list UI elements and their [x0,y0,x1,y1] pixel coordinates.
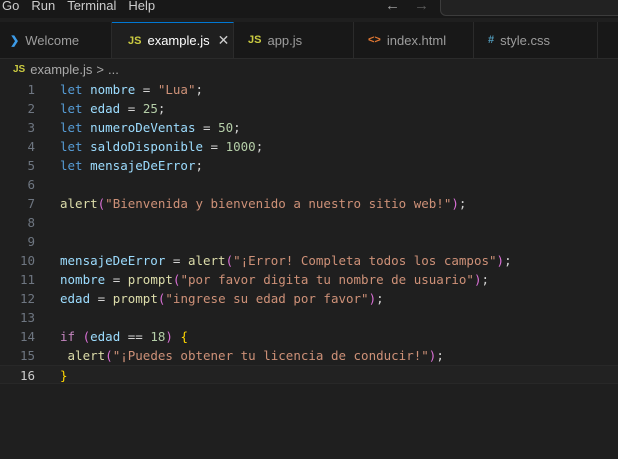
tab-label: example.js [147,33,210,48]
code-line[interactable]: 3 let numeroDeVentas = 50; [0,118,618,137]
code-line[interactable]: 15 alert("¡Puedes obtener tu licencia de… [0,346,618,365]
breadcrumb: JS example.js > ... [0,59,119,79]
back-arrow-icon[interactable]: ← [385,0,400,14]
js-icon: JS [128,34,142,47]
tab-label: Welcome [25,32,80,48]
line-content[interactable]: } [60,366,68,385]
css-icon: # [488,34,495,46]
code-line[interactable]: 5 let mensajeDeError; [0,156,618,175]
code-line[interactable]: 2 let edad = 25; [0,99,618,118]
line-number: 4 [27,139,35,154]
line-number: 3 [27,120,35,135]
line-content[interactable]: let mensajeDeError; [60,156,203,175]
code-line[interactable]: 6 [0,175,618,194]
editor-tab-bar: ❯ Welcome JS example.js ✕ JS app.js <> i… [0,22,618,59]
code-editor[interactable]: 1 let nombre = "Lua"; 2 let edad = 25; 3 let … [0,80,618,459]
html-icon: <> [368,34,381,46]
code-line[interactable]: 11 nombre = prompt("por favor digita tu n… [0,270,618,289]
line-number: 1 [27,82,35,97]
tab-app-js[interactable]: JS app.js [234,22,354,58]
tab-label: app.js [267,32,303,48]
line-content[interactable]: let numeroDeVentas = 50; [60,118,241,137]
tab-style-css[interactable]: # style.css [474,22,598,58]
line-content[interactable]: alert("¡Puedes obtener tu licencia de co… [60,346,444,365]
code-line[interactable]: 14 if (edad == 18) { [0,327,618,346]
line-number: 12 [19,291,35,306]
js-icon: JS [13,63,26,75]
breadcrumb-symbol[interactable]: ... [108,62,119,77]
code-line[interactable]: 1 let nombre = "Lua"; [0,80,618,99]
navigation-arrows: ← → [385,0,429,14]
menu-terminal[interactable]: Terminal [61,0,122,13]
menu-bar: Go Run Terminal Help ← → [0,0,618,18]
js-icon: JS [248,34,262,46]
tab-label: index.html [386,32,447,48]
code-line[interactable]: 10 mensajeDeError = alert("¡Error! Comple… [0,251,618,270]
tab-welcome[interactable]: ❯ Welcome [0,22,112,58]
menu-help[interactable]: Help [122,0,161,13]
tab-example-js[interactable]: JS example.js ✕ [112,22,234,58]
line-number: 13 [19,310,35,325]
line-content[interactable]: let edad = 25; [60,99,165,118]
line-number: 8 [27,215,35,230]
line-content[interactable]: if (edad == 18) { [60,327,188,346]
code-line[interactable]: 13 [0,308,618,327]
line-content[interactable]: let saldoDisponible = 1000; [60,137,263,156]
line-number: 15 [19,348,35,363]
line-number: 2 [27,101,35,116]
forward-arrow-icon[interactable]: → [414,0,429,14]
command-center-search[interactable] [440,0,618,16]
menu-run[interactable]: Run [25,0,61,13]
menu-go[interactable]: Go [0,0,25,13]
line-content[interactable]: alert("Bienvenida y bienvenido a nuestro… [60,194,466,213]
line-number: 10 [19,253,35,268]
line-number: 11 [19,272,35,287]
breadcrumb-file[interactable]: example.js [30,62,92,77]
line-number: 6 [27,177,35,192]
code-line[interactable]: 7 alert("Bienvenida y bienvenido a nuestr… [0,194,618,213]
code-line[interactable]: 4 let saldoDisponible = 1000; [0,137,618,156]
close-icon[interactable]: ✕ [218,32,230,49]
line-number: 16 [19,368,35,383]
tab-index-html[interactable]: <> index.html [354,22,474,58]
breadcrumb-separator: > [96,61,104,77]
code-line[interactable]: 8 [0,213,618,232]
code-line[interactable]: 12 edad = prompt("ingrese su edad por fav… [0,289,618,308]
line-number: 5 [27,158,35,173]
vscode-icon: ❯ [10,34,20,47]
line-content[interactable]: nombre = prompt("por favor digita tu nom… [60,270,489,289]
line-number: 9 [27,234,35,249]
line-number: 7 [27,196,35,211]
line-content[interactable]: mensajeDeError = alert("¡Error! Completa… [60,251,512,270]
line-content[interactable]: let nombre = "Lua"; [60,80,203,99]
line-number: 14 [19,329,35,344]
tab-label: style.css [500,32,550,48]
code-line[interactable]: 16} [0,365,618,384]
line-content[interactable]: edad = prompt("ingrese su edad por favor… [60,289,384,308]
code-line[interactable]: 9 [0,232,618,251]
